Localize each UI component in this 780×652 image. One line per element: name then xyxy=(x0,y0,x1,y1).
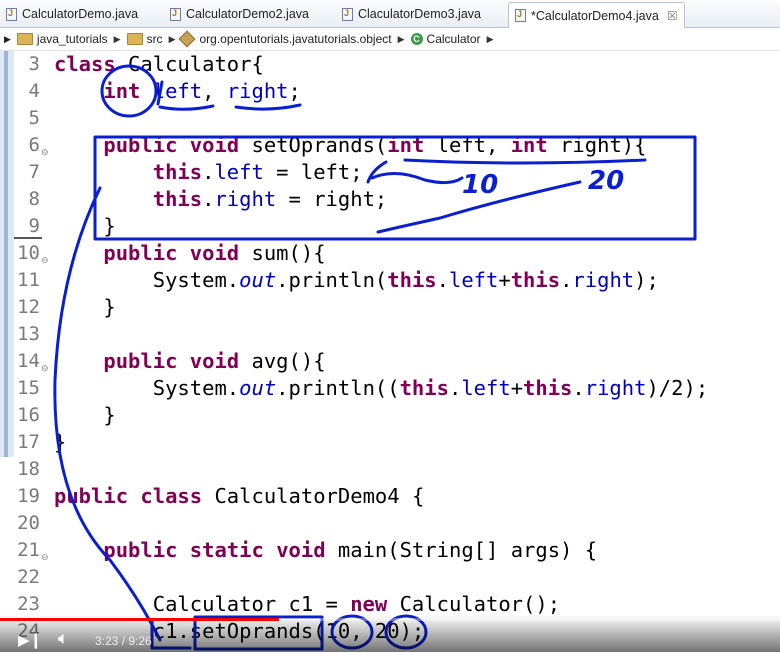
code-line[interactable]: 15 System.out.println((this.left+this.ri… xyxy=(0,375,780,402)
next-video-icon[interactable]: ▶❙ xyxy=(18,631,42,649)
volume-icon[interactable]: 🔈︎ xyxy=(58,628,69,649)
code-text: int left, right; xyxy=(103,79,301,103)
code-text: } xyxy=(54,430,67,454)
line-number: 15 xyxy=(17,377,40,399)
java-file-icon xyxy=(342,7,353,21)
tab-label: CalculatorDemo.java xyxy=(22,7,139,21)
code-line[interactable]: 4 int left, right; xyxy=(0,78,780,105)
line-number: 13 xyxy=(17,323,40,345)
code-line[interactable]: 8 this.right = right; xyxy=(0,186,780,213)
code-text: System.out.println((this.left+this.right… xyxy=(54,376,709,400)
code-line[interactable]: 10 ⊖ public void sum(){ xyxy=(0,240,780,267)
code-text: public void avg(){ xyxy=(103,349,326,373)
code-editor[interactable]: 3 class Calculator{4 int left, right; 5 6 ⊖ … xyxy=(0,51,780,652)
code-line[interactable]: 23 Calculator c1 = new Calculator(); xyxy=(0,591,780,618)
breadcrumb-label: src xyxy=(146,32,163,46)
code-line[interactable]: 21 ⊖ public static void main(String[] arg… xyxy=(0,537,780,564)
tab-calculatordemo2[interactable]: CalculatorDemo2.java xyxy=(170,2,309,26)
code-text: } xyxy=(54,295,116,319)
breadcrumb-label: org.opentutorials.javatutorials.object xyxy=(199,32,392,46)
code-line[interactable]: 9 } xyxy=(0,213,780,240)
code-text: Calculator c1 = new Calculator(); xyxy=(54,592,561,616)
java-file-icon xyxy=(170,7,181,21)
code-line[interactable]: 22 xyxy=(0,564,780,591)
line-number: 5 xyxy=(28,107,40,129)
chevron-right-icon[interactable]: ▶ xyxy=(487,34,494,45)
java-file-icon xyxy=(515,9,526,22)
code-line[interactable]: 5 xyxy=(0,105,780,132)
code-line[interactable]: 6 ⊖ public void setOprands(int left, int … xyxy=(0,132,780,159)
line-number: 7 xyxy=(28,161,40,183)
code-line[interactable]: 16 } xyxy=(0,402,780,429)
breadcrumb-item-package[interactable]: org.opentutorials.javatutorials.object ▶ xyxy=(178,30,405,48)
video-time: 3:23 / 9:26 xyxy=(95,634,152,648)
line-number: 6 xyxy=(28,134,40,156)
line-number: 9 xyxy=(28,215,40,237)
code-text: this.left = left; xyxy=(152,160,363,184)
code-line[interactable]: 3 class Calculator{ xyxy=(0,51,780,78)
line-number: 20 xyxy=(17,512,40,534)
java-file-icon xyxy=(6,7,17,21)
line-number: 10 xyxy=(17,242,40,264)
project-icon xyxy=(16,33,33,45)
code-line[interactable]: 14 ⊖ public void avg(){ xyxy=(0,348,780,375)
code-line[interactable]: 20 xyxy=(0,510,780,537)
code-text: } xyxy=(54,403,116,427)
chevron-right-icon[interactable]: ▶ xyxy=(398,34,405,45)
line-number: 22 xyxy=(17,566,40,588)
code-text: public void sum(){ xyxy=(103,241,326,265)
class-icon: C xyxy=(410,33,423,45)
code-text: } xyxy=(54,214,116,238)
current-line-marker xyxy=(14,237,42,239)
line-number: 11 xyxy=(17,269,40,291)
line-number: 18 xyxy=(17,458,40,480)
line-number: 19 xyxy=(17,485,40,507)
code-text: class Calculator{ xyxy=(54,52,264,76)
code-line[interactable]: 11 System.out.println(this.left+this.rig… xyxy=(0,267,780,294)
breadcrumb: ▶ java_tutorials ▶ src ▶ org.opentutoria… xyxy=(0,28,780,51)
line-number: 23 xyxy=(17,593,40,615)
editor-tab-bar: CalculatorDemo.java CalculatorDemo2.java… xyxy=(0,0,780,28)
tab-label: ClaculatorDemo3.java xyxy=(358,7,481,21)
line-number: 3 xyxy=(28,53,40,75)
code-text: System.out.println(this.left+this.right)… xyxy=(54,268,659,292)
breadcrumb-item-src[interactable]: src ▶ xyxy=(126,32,176,46)
line-number: 8 xyxy=(28,188,40,210)
line-number: 16 xyxy=(17,404,40,426)
tab-calculatordemo4[interactable]: *CalculatorDemo4.java ☒ xyxy=(508,2,685,28)
code-text: public class CalculatorDemo4 { xyxy=(54,484,425,508)
tab-label: CalculatorDemo2.java xyxy=(186,7,309,21)
close-tab-icon[interactable]: ☒ xyxy=(667,9,678,23)
code-line[interactable]: 17} xyxy=(0,429,780,456)
chevron-right-icon[interactable]: ▶ xyxy=(169,34,176,45)
line-number: 4 xyxy=(28,80,40,102)
chevron-right-icon[interactable]: ▶ xyxy=(4,34,11,45)
line-number: 12 xyxy=(17,296,40,318)
code-text: public static void main(String[] args) { xyxy=(103,538,598,562)
line-number: 17 xyxy=(17,431,40,453)
code-line[interactable]: 13 xyxy=(0,321,780,348)
line-number: 14 xyxy=(17,350,40,372)
code-line[interactable]: 12 } xyxy=(0,294,780,321)
chevron-right-icon[interactable]: ▶ xyxy=(114,34,121,45)
breadcrumb-label: Calculator xyxy=(426,32,481,46)
breadcrumb-item-project[interactable]: java_tutorials ▶ xyxy=(16,32,121,46)
code-text: public void setOprands(int left, int rig… xyxy=(103,133,647,157)
breadcrumb-item-class[interactable]: C Calculator ▶ xyxy=(410,32,494,46)
source-folder-icon xyxy=(126,33,143,45)
package-icon xyxy=(178,30,196,48)
tab-label: *CalculatorDemo4.java xyxy=(531,8,659,23)
code-line[interactable]: 18 xyxy=(0,456,780,483)
breadcrumb-label: java_tutorials xyxy=(36,32,108,46)
code-line[interactable]: 19 public class CalculatorDemo4 { xyxy=(0,483,780,510)
tab-calculatordemo[interactable]: CalculatorDemo.java xyxy=(6,2,138,26)
tab-claculatordemo3[interactable]: ClaculatorDemo3.java xyxy=(342,2,481,26)
video-progress-fill[interactable] xyxy=(0,618,280,621)
code-line[interactable]: 7 this.left = left; xyxy=(0,159,780,186)
code-text: this.right = right; xyxy=(152,187,388,211)
line-number: 21 xyxy=(17,539,40,561)
